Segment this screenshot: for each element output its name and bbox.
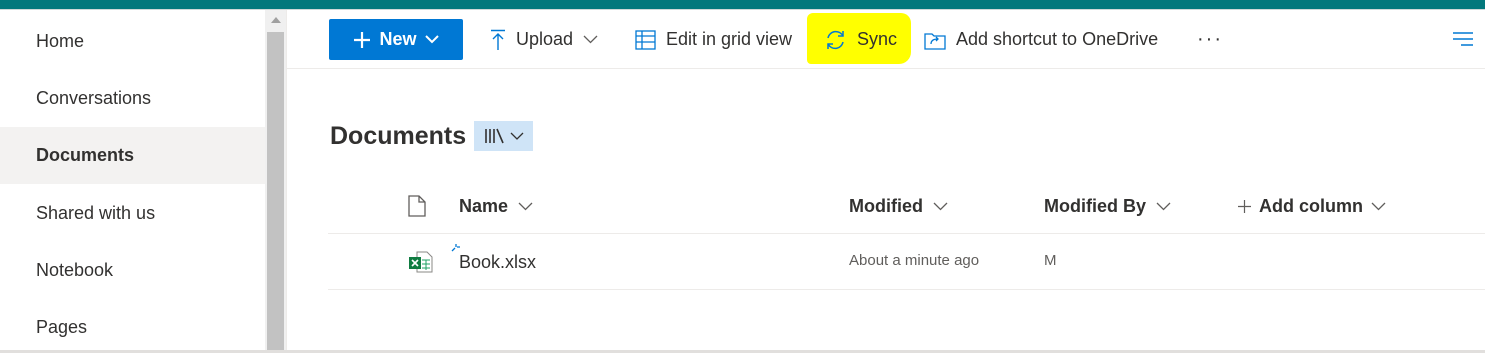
chevron-down-icon [424,35,439,44]
scroll-thumb[interactable] [267,32,284,353]
file-name-link[interactable]: Book.xlsx [459,252,536,273]
upload-label: Upload [516,29,574,49]
library-view-button[interactable] [474,121,533,151]
modified-cell: About a minute ago [849,252,980,269]
file-type-icon[interactable] [408,195,426,217]
nav-item-label: Pages [36,317,88,337]
column-header-label: Modified [849,195,923,216]
column-header-modified[interactable]: Modified [849,193,948,219]
nav-item-notebook[interactable]: Notebook [0,242,265,299]
nav-item-conversations[interactable]: Conversations [0,70,265,127]
upload-button[interactable]: Upload [490,19,598,60]
left-navigation: Home Conversations Documents Shared with… [0,10,265,353]
add-column-button[interactable]: Add column [1238,193,1386,219]
nav-item-label: Home [36,31,85,51]
column-header-name[interactable]: Name [459,193,533,219]
plus-icon [1238,199,1251,213]
more-options-label: ··· [1197,28,1223,50]
chevron-down-icon [510,132,523,140]
shortcut-icon [924,32,946,50]
add-shortcut-button[interactable]: Add shortcut to OneDrive [924,19,1158,60]
nav-item-documents[interactable]: Documents [0,127,265,184]
plus-icon [354,31,371,48]
modified-by-cell: M [1044,252,1056,269]
chevron-down-icon [1371,202,1386,210]
new-button[interactable]: New [329,19,463,60]
nav-item-home[interactable]: Home [0,13,265,70]
page-title: Documents [330,122,467,150]
upload-icon [491,29,505,50]
command-bar: New Upload Edit in grid view Sync Add sh… [287,10,1485,68]
chevron-down-icon [583,35,598,44]
nav-item-label: Documents [36,145,135,165]
nav-scrollbar[interactable] [265,10,286,353]
chevron-down-icon [518,202,533,210]
scroll-up-arrow-icon[interactable] [265,10,286,30]
library-icon [484,128,504,144]
command-bar-divider [287,68,1485,69]
add-shortcut-label: Add shortcut to OneDrive [956,29,1159,49]
sync-label: Sync [857,29,898,49]
nav-item-pages[interactable]: Pages [0,299,265,356]
suite-bar [0,0,1485,9]
nav-item-label: Shared with us [36,203,156,223]
nav-item-label: Notebook [36,260,114,280]
excel-file-icon [409,251,433,273]
nav-item-label: Conversations [36,88,152,108]
column-header-label: Name [459,195,509,216]
nav-item-shared-with-us[interactable]: Shared with us [0,185,265,242]
view-options-icon[interactable] [1451,29,1475,49]
edit-in-grid-view-label: Edit in grid view [666,29,793,49]
chevron-down-icon [1156,202,1171,210]
edit-in-grid-view-button[interactable]: Edit in grid view [635,19,792,60]
column-header-modified-by[interactable]: Modified By [1044,193,1171,219]
column-header-label: Modified By [1044,195,1146,216]
grid-icon [635,29,656,50]
table-row-divider [328,289,1485,290]
chevron-down-icon [933,202,948,210]
add-column-label: Add column [1259,195,1363,216]
new-button-label: New [379,29,417,49]
more-options-button[interactable]: ··· [1197,19,1223,60]
sync-button[interactable]: Sync [824,19,897,60]
table-header-divider [328,233,1485,234]
sync-icon [827,30,844,49]
